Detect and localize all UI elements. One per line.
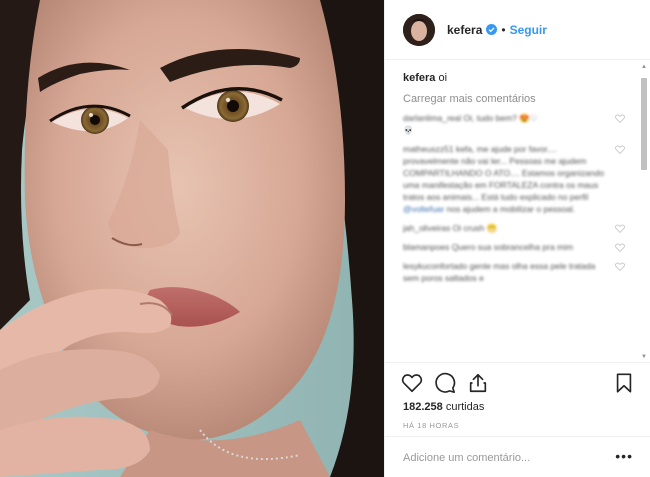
- author-username[interactable]: kefera: [447, 23, 482, 37]
- avatar-image: [403, 13, 435, 46]
- separator-dot: •: [501, 22, 506, 37]
- comment-username[interactable]: jah_oliveiras: [403, 223, 450, 233]
- comment-username[interactable]: darlanlima_real: [403, 113, 461, 123]
- caption-username[interactable]: kefera: [403, 72, 435, 84]
- follow-button[interactable]: Seguir: [510, 23, 547, 37]
- comment-username[interactable]: matheuszz51: [403, 144, 454, 154]
- comment-username[interactable]: blamanpoes: [403, 242, 449, 252]
- comment-mention-link[interactable]: @voltefuar: [403, 204, 444, 214]
- comments-scrollbar[interactable]: ▲ ▼: [641, 64, 647, 360]
- heart-icon[interactable]: [401, 372, 423, 394]
- comment-input[interactable]: [403, 449, 603, 467]
- comment-text: Quero sua sobrancelha pra mim: [451, 242, 574, 252]
- caption-text: oi: [438, 72, 448, 84]
- comment-like-icon[interactable]: [615, 224, 625, 233]
- bookmark-icon[interactable]: [613, 372, 635, 394]
- load-more-comments-button[interactable]: Carregar mais comentários: [403, 93, 536, 105]
- comments-section: kefera oi Carregar mais comentários darl…: [385, 60, 650, 362]
- post-caption: kefera oi: [403, 72, 447, 84]
- verified-badge-icon: [486, 24, 498, 35]
- comment-item: lesykuconfortado gente mas olha essa pel…: [403, 260, 625, 284]
- more-options-icon[interactable]: •••: [615, 449, 633, 463]
- post-header: kefera • Seguir: [385, 0, 650, 60]
- comment-text: Oi crush 😁: [452, 223, 498, 233]
- comment-text-tail: nos ajudem a mobilizar o pessoal.: [446, 204, 576, 214]
- comment-like-icon[interactable]: [615, 114, 625, 123]
- comment-text: Oi, tudo bem? 😍♡: [463, 113, 538, 123]
- comment-like-icon[interactable]: [615, 243, 625, 252]
- comment-item: blamanpoes Quero sua sobrancelha pra mim: [403, 241, 625, 253]
- likes-number: 182.258: [403, 401, 443, 413]
- portrait-illustration: [0, 0, 384, 477]
- scrollbar-thumb[interactable]: [641, 78, 647, 170]
- post-photo[interactable]: [0, 0, 384, 477]
- comment-bubble-icon[interactable]: [434, 372, 456, 394]
- likes-count[interactable]: 182.258 curtidas: [403, 401, 484, 413]
- post-sidebar: kefera • Seguir kefera oi Carregar mais …: [384, 0, 650, 477]
- comment-emoji: 💀: [403, 125, 414, 135]
- instagram-post: kefera • Seguir kefera oi Carregar mais …: [0, 0, 650, 477]
- add-comment-bar: •••: [385, 436, 650, 477]
- comment-username[interactable]: lesykuconfortado: [403, 261, 467, 271]
- comment-list: darlanlima_real Oi, tudo bem? 😍♡ 💀 mathe…: [403, 112, 625, 291]
- scroll-down-arrow-icon[interactable]: ▼: [641, 354, 647, 360]
- comment-like-icon[interactable]: [615, 145, 625, 154]
- likes-unit: curtidas: [445, 401, 485, 413]
- scroll-up-arrow-icon[interactable]: ▲: [641, 64, 647, 70]
- share-icon[interactable]: [467, 372, 489, 394]
- comment-item: jah_oliveiras Oi crush 😁: [403, 222, 625, 234]
- post-actions-bar: [385, 362, 650, 402]
- post-timestamp[interactable]: HÁ 18 HORAS: [403, 421, 459, 430]
- comment-like-icon[interactable]: [615, 262, 625, 271]
- author-avatar[interactable]: [403, 13, 435, 46]
- comment-item: matheuszz51 kefa, me ajude por favor....…: [403, 143, 625, 215]
- comment-item: darlanlima_real Oi, tudo bem? 😍♡ 💀: [403, 112, 625, 136]
